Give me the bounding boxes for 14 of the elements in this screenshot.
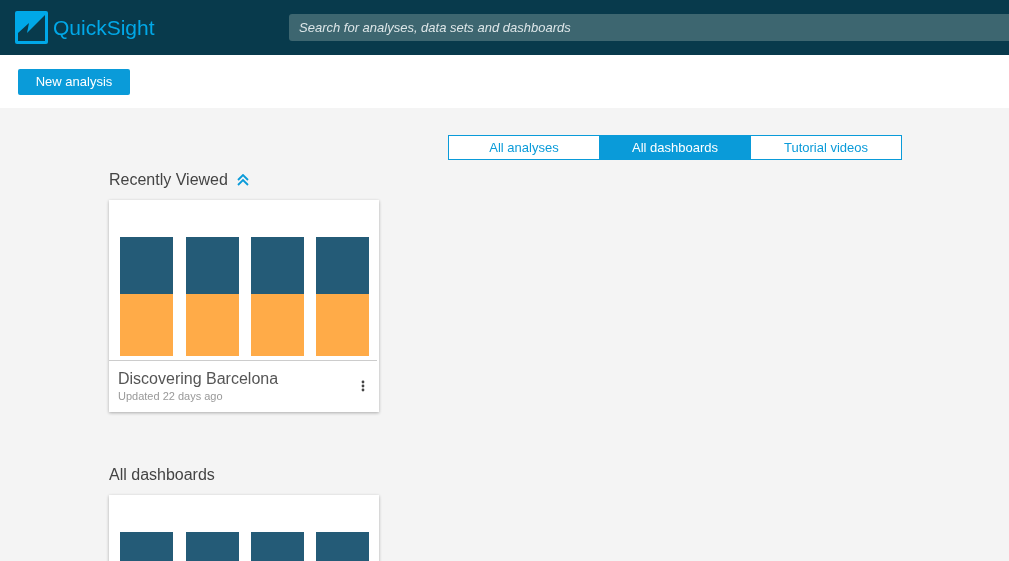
search-field[interactable]: Search for analyses, data sets and dashboards	[289, 14, 1009, 41]
new-analysis-button[interactable]: New analysis	[18, 68, 130, 95]
tab[interactable]: Tutorial videos	[750, 135, 902, 160]
tab[interactable]: All analyses	[448, 135, 600, 160]
dashboard-title[interactable]: Discovering Barcelona	[118, 370, 361, 388]
dashboard-card[interactable]: Discovering Barcelona Updated 22 days ago	[109, 200, 379, 412]
updated-text: Updated 22 days ago	[118, 390, 224, 402]
tab[interactable]: All dashboards	[599, 135, 751, 160]
app-name: QuickSight	[53, 15, 156, 40]
section-title: Recently Viewed	[109, 171, 228, 189]
logo-icon	[15, 11, 48, 44]
collapse-icon[interactable]	[235, 174, 250, 186]
more-options-icon[interactable]	[361, 380, 365, 392]
section-title: All dashboards	[109, 466, 215, 484]
